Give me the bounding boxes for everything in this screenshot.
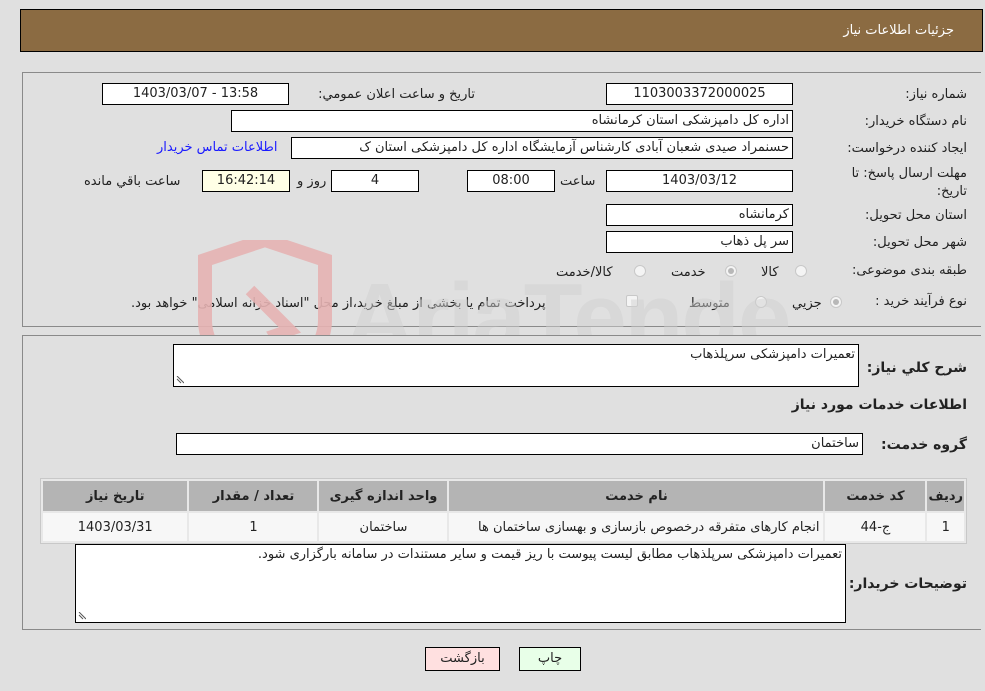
services-heading: اطلاعات خدمات مورد نياز xyxy=(791,397,967,413)
cell-quantity: 1 xyxy=(189,513,318,541)
days-label: روز و xyxy=(297,174,327,189)
resize-grip-icon[interactable] xyxy=(176,376,184,384)
category-goods-service-label: کالا/خدمت xyxy=(556,265,613,280)
resize-grip-icon[interactable] xyxy=(78,612,86,620)
treasury-note: پرداخت تمام يا بخشی از مبلغ خريد،از محل … xyxy=(131,296,546,311)
announce-datetime-field: 1403/03/07 - 13:58 xyxy=(102,83,289,105)
delivery-province-label: استان محل تحويل: xyxy=(865,208,967,223)
col-quantity: تعداد / مقدار xyxy=(189,481,318,511)
table-row: 1 ج-44 انجام کارهای متفرقه درخصوص بازساز… xyxy=(43,513,964,541)
purchase-medium-radio[interactable] xyxy=(755,296,767,308)
purchase-medium-label: متوسط xyxy=(689,296,730,311)
services-table: رديف کد خدمت نام خدمت واحد اندازه گيری ت… xyxy=(40,478,967,544)
col-row-number: رديف xyxy=(927,481,964,511)
table-header-row: رديف کد خدمت نام خدمت واحد اندازه گيری ت… xyxy=(43,481,964,511)
buyer-notes-text: تعمیرات دامپزشکی سرپلذهاب مطابق لیست پیو… xyxy=(257,547,842,562)
back-button[interactable]: بازگشت xyxy=(425,647,500,671)
col-unit: واحد اندازه گيری xyxy=(319,481,448,511)
summary-text: تعميرات دامپزشکی سرپلذهاب xyxy=(690,347,855,362)
service-group-field: ساختمان xyxy=(176,433,863,455)
delivery-province-field: کرمانشاه xyxy=(606,204,793,226)
buyer-org-label: نام دستگاه خريدار: xyxy=(864,114,967,129)
cell-need-date: 1403/03/31 xyxy=(43,513,188,541)
category-service-radio[interactable] xyxy=(725,265,737,277)
deadline-time-label: ساعت xyxy=(560,174,596,189)
service-group-label: گروه خدمت: xyxy=(881,437,967,453)
purchase-type-label: نوع فرآيند خريد : xyxy=(875,294,967,309)
summary-textarea[interactable]: تعميرات دامپزشکی سرپلذهاب xyxy=(173,344,859,387)
purchase-minor-label: جزيي xyxy=(792,296,822,311)
category-goods-radio[interactable] xyxy=(795,265,807,277)
deadline-label: مهلت ارسال پاسخ: تا تاریخ: xyxy=(851,166,967,199)
col-service-name: نام خدمت xyxy=(449,481,824,511)
print-button[interactable]: چاپ xyxy=(519,647,581,671)
cell-service-name: انجام کارهای متفرقه درخصوص بازسازی و بهس… xyxy=(449,513,824,541)
category-label: طبقه بندی موضوعی: xyxy=(851,263,967,278)
time-remaining-field: 16:42:14 xyxy=(202,170,290,192)
page-title: جزئيات اطلاعات نياز xyxy=(843,23,954,38)
time-remaining-label: ساعت باقي مانده xyxy=(84,174,181,189)
buyer-contact-link[interactable]: اطلاعات تماس خريدار xyxy=(157,140,277,155)
deadline-date-field: 1403/03/12 xyxy=(606,170,793,192)
requester-label: ایجاد کننده درخواست: xyxy=(847,141,967,156)
requester-field: حسنمراد صیدی شعبان آبادی کارشناس آزمایشگ… xyxy=(291,137,793,159)
col-service-code: کد خدمت xyxy=(825,481,926,511)
deadline-time-field: 08:00 xyxy=(467,170,555,192)
announce-datetime-label: تاريخ و ساعت اعلان عمومي: xyxy=(318,87,475,102)
need-number-label: شماره نياز: xyxy=(905,87,967,102)
page-header: جزئيات اطلاعات نياز xyxy=(20,9,983,52)
cell-unit: ساختمان xyxy=(319,513,448,541)
col-need-date: تاريخ نياز xyxy=(43,481,188,511)
purchase-minor-radio[interactable] xyxy=(830,296,842,308)
cell-row-number: 1 xyxy=(927,513,964,541)
category-service-label: خدمت xyxy=(671,265,706,280)
cell-service-code: ج-44 xyxy=(825,513,926,541)
delivery-city-label: شهر محل تحويل: xyxy=(872,235,967,250)
days-remaining-field: 4 xyxy=(331,170,419,192)
buyer-org-field: اداره کل دامپزشکی استان کرمانشاه xyxy=(231,110,793,132)
buyer-notes-label: توضيحات خريدار: xyxy=(848,576,967,592)
category-goods-label: کالا xyxy=(761,265,779,280)
need-number-field: 1103003372000025 xyxy=(606,83,793,105)
buyer-notes-textarea[interactable]: تعمیرات دامپزشکی سرپلذهاب مطابق لیست پیو… xyxy=(75,544,846,623)
summary-label: شرح کلي نياز: xyxy=(866,360,967,376)
treasury-checkbox[interactable] xyxy=(626,295,638,307)
category-goods-service-radio[interactable] xyxy=(634,265,646,277)
delivery-city-field: سر پل ذهاب xyxy=(606,231,793,253)
